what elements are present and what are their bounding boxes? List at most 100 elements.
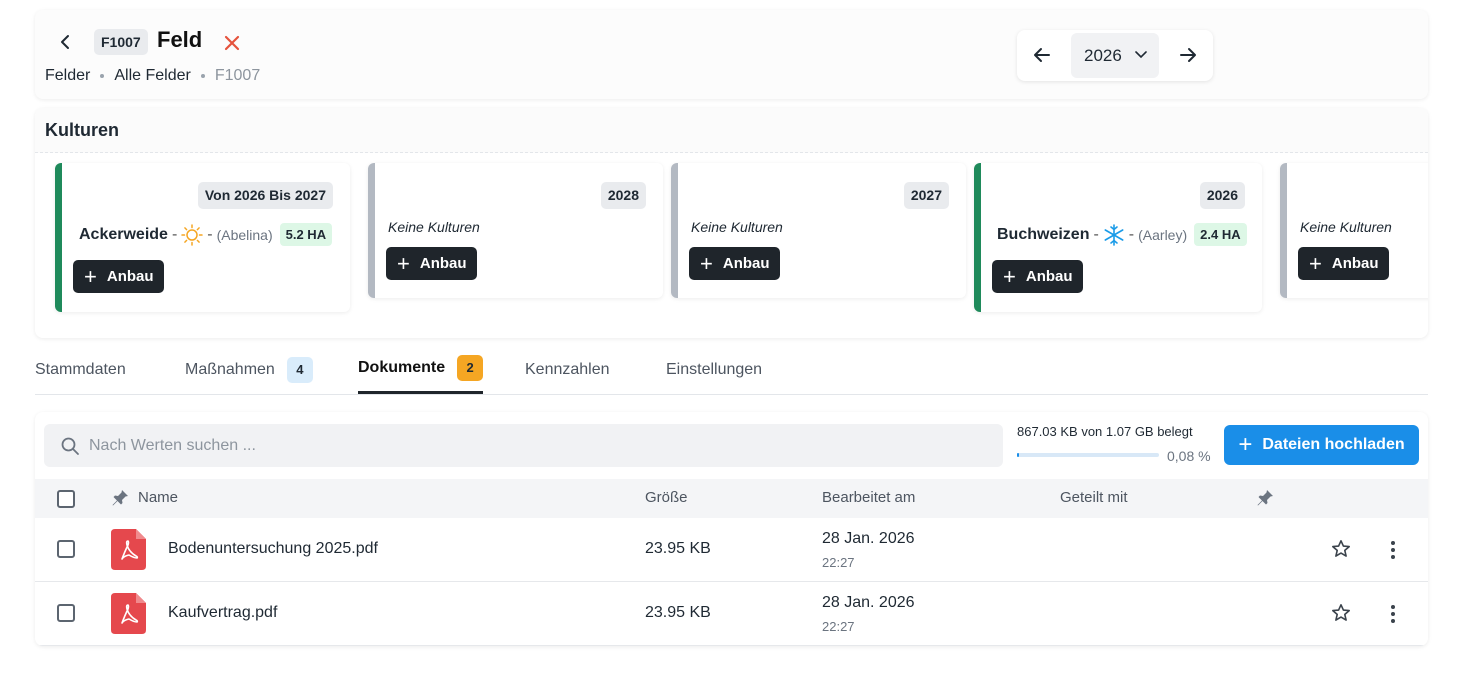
chevron-down-icon <box>1135 51 1147 59</box>
table-row[interactable]: Bodenuntersuchung 2025.pdf 23.95 KB 28 J… <box>35 518 1428 582</box>
file-time: 22:27 <box>822 555 855 570</box>
breadcrumb-separator <box>100 74 105 78</box>
file-size: 23.95 KB <box>645 604 711 621</box>
file-name[interactable]: Kaufvertrag.pdf <box>168 604 277 622</box>
storage-indicator: 867.03 KB von 1.07 GB belegt 0,08 % <box>1017 424 1217 464</box>
file-date: 28 Jan. 2026 <box>822 530 915 547</box>
search-icon <box>61 437 79 455</box>
arrow-left-icon[interactable] <box>1031 44 1053 66</box>
kultur-year-badge: 2026 <box>1199 182 1245 209</box>
plus-icon: + <box>397 251 410 276</box>
year-select[interactable]: 2026 <box>1071 33 1159 78</box>
file-size: 23.95 KB <box>645 540 711 557</box>
plus-icon: + <box>1003 264 1016 289</box>
year-select-value: 2026 <box>1084 46 1122 65</box>
plus-icon: + <box>700 251 713 276</box>
kultur-card: 2028 Keine Kulturen + Anbau <box>368 163 663 298</box>
kultur-card-accent <box>55 163 62 312</box>
row-checkbox[interactable] <box>57 540 75 558</box>
anbau-button[interactable]: + Anbau <box>73 260 164 293</box>
crop-area-badge: 5.2 HA <box>279 223 333 246</box>
anbau-button[interactable]: + Anbau <box>386 247 477 280</box>
select-all-checkbox[interactable] <box>57 490 75 508</box>
search-box <box>44 424 1003 467</box>
crop-name: Buchweizen <box>997 225 1090 243</box>
keine-kulturen-text: Keine Kulturen <box>691 219 783 235</box>
kultur-year-badge: 2028 <box>600 182 646 209</box>
field-code-badge: F1007 <box>94 29 148 55</box>
arrow-right-icon[interactable] <box>1177 44 1199 66</box>
kultur-crop: Buchweizen - - (Aarley) 2.4 HA <box>997 223 1247 246</box>
pdf-file-icon <box>111 529 146 570</box>
plus-icon: + <box>1309 251 1322 276</box>
breadcrumb-alle-felder[interactable]: Alle Felder <box>114 67 190 85</box>
close-icon[interactable] <box>220 31 244 55</box>
more-options-icon[interactable] <box>1383 603 1403 625</box>
kultur-card: Keine Kulturen + Anbau <box>1280 163 1428 298</box>
pin-icon <box>1257 490 1273 506</box>
star-icon[interactable] <box>1331 603 1351 623</box>
tab-count-badge: 2 <box>457 355 484 381</box>
storage-progress-fill <box>1017 453 1020 457</box>
table-header: Name Größe Bearbeitet am Geteilt mit <box>35 479 1428 518</box>
crop-variety: (Abelina) <box>216 226 273 243</box>
pdf-file-icon <box>111 593 146 634</box>
keine-kulturen-text: Keine Kulturen <box>1300 219 1392 235</box>
breadcrumb-felder[interactable]: Felder <box>45 67 90 85</box>
kultur-card: Von 2026 Bis 2027 Ackerweide - - (Abelin… <box>55 163 350 312</box>
tab-kennzahlen[interactable]: Kennzahlen <box>525 345 610 394</box>
breadcrumb: Felder Alle Felder F1007 <box>45 67 260 85</box>
year-navigator: 2026 <box>1017 30 1213 81</box>
sun-icon <box>181 223 204 246</box>
tab-count-badge: 4 <box>286 356 313 383</box>
kultur-card-accent <box>974 163 981 312</box>
file-name[interactable]: Bodenuntersuchung 2025.pdf <box>168 540 378 558</box>
tab-bar: Stammdaten Maßnahmen 4 Dokumente 2 Kennzah… <box>35 345 1428 395</box>
tab-stammdaten[interactable]: Stammdaten <box>35 345 126 394</box>
more-options-icon[interactable] <box>1383 539 1403 561</box>
crop-name: Ackerweide <box>79 225 168 243</box>
kultur-card-accent <box>368 163 375 298</box>
kultur-crop: Ackerweide - - (Abelina) 5.2 HA <box>79 223 333 246</box>
star-icon[interactable] <box>1331 539 1351 559</box>
kultur-card-accent <box>1280 163 1287 298</box>
anbau-button[interactable]: + Anbau <box>992 260 1083 293</box>
tab-einstellungen[interactable]: Einstellungen <box>666 345 762 394</box>
column-shared[interactable]: Geteilt mit <box>1060 489 1128 506</box>
storage-percent: 0,08 % <box>1167 448 1211 464</box>
keine-kulturen-text: Keine Kulturen <box>388 219 480 235</box>
pin-icon[interactable] <box>110 488 130 508</box>
page-header: F1007 Feld Felder Alle Felder F1007 2026 <box>35 10 1428 99</box>
tab-massnahmen[interactable]: Maßnahmen 4 <box>185 345 313 394</box>
breadcrumb-current: F1007 <box>214 67 261 84</box>
plus-icon: + <box>1238 431 1253 458</box>
column-edited[interactable]: Bearbeitet am <box>822 489 915 506</box>
anbau-button[interactable]: + Anbau <box>689 247 780 280</box>
file-time: 22:27 <box>822 619 855 634</box>
column-size[interactable]: Größe <box>645 489 688 506</box>
row-checkbox[interactable] <box>57 604 75 622</box>
snowflake-icon <box>1104 223 1124 246</box>
kultur-period-badge: Von 2026 Bis 2027 <box>197 182 333 209</box>
column-name[interactable]: Name <box>138 489 178 506</box>
crop-variety: (Aarley) <box>1138 226 1188 243</box>
plus-icon: + <box>84 264 97 289</box>
file-date: 28 Jan. 2026 <box>822 594 915 611</box>
kultur-card-accent <box>671 163 678 298</box>
storage-used-text: 867.03 KB von 1.07 GB belegt <box>1017 424 1193 439</box>
crop-area-badge: 2.4 HA <box>1194 223 1247 246</box>
page-title: Feld <box>157 27 203 52</box>
tab-dokumente[interactable]: Dokumente 2 <box>358 345 484 394</box>
storage-progress-bar <box>1017 453 1159 457</box>
kultur-card: 2026 Buchweizen - - (Aarley) 2.4 HA + Anb… <box>974 163 1262 312</box>
search-input[interactable] <box>89 424 989 467</box>
documents-panel: 867.03 KB von 1.07 GB belegt 0,08 % +Dat… <box>35 412 1428 646</box>
back-arrow-icon[interactable] <box>55 30 75 54</box>
kulturen-panel: Kulturen Von 2026 Bis 2027 Ackerweide - … <box>35 108 1428 338</box>
upload-files-button[interactable]: + Dateien hochladen <box>1224 425 1419 465</box>
kultur-year-badge: 2027 <box>903 182 949 209</box>
table-row[interactable]: Kaufvertrag.pdf 23.95 KB 28 Jan. 2026 22… <box>35 582 1428 646</box>
anbau-button[interactable]: + Anbau <box>1298 247 1389 280</box>
breadcrumb-separator <box>200 74 205 78</box>
kulturen-title: Kulturen <box>35 108 1428 153</box>
